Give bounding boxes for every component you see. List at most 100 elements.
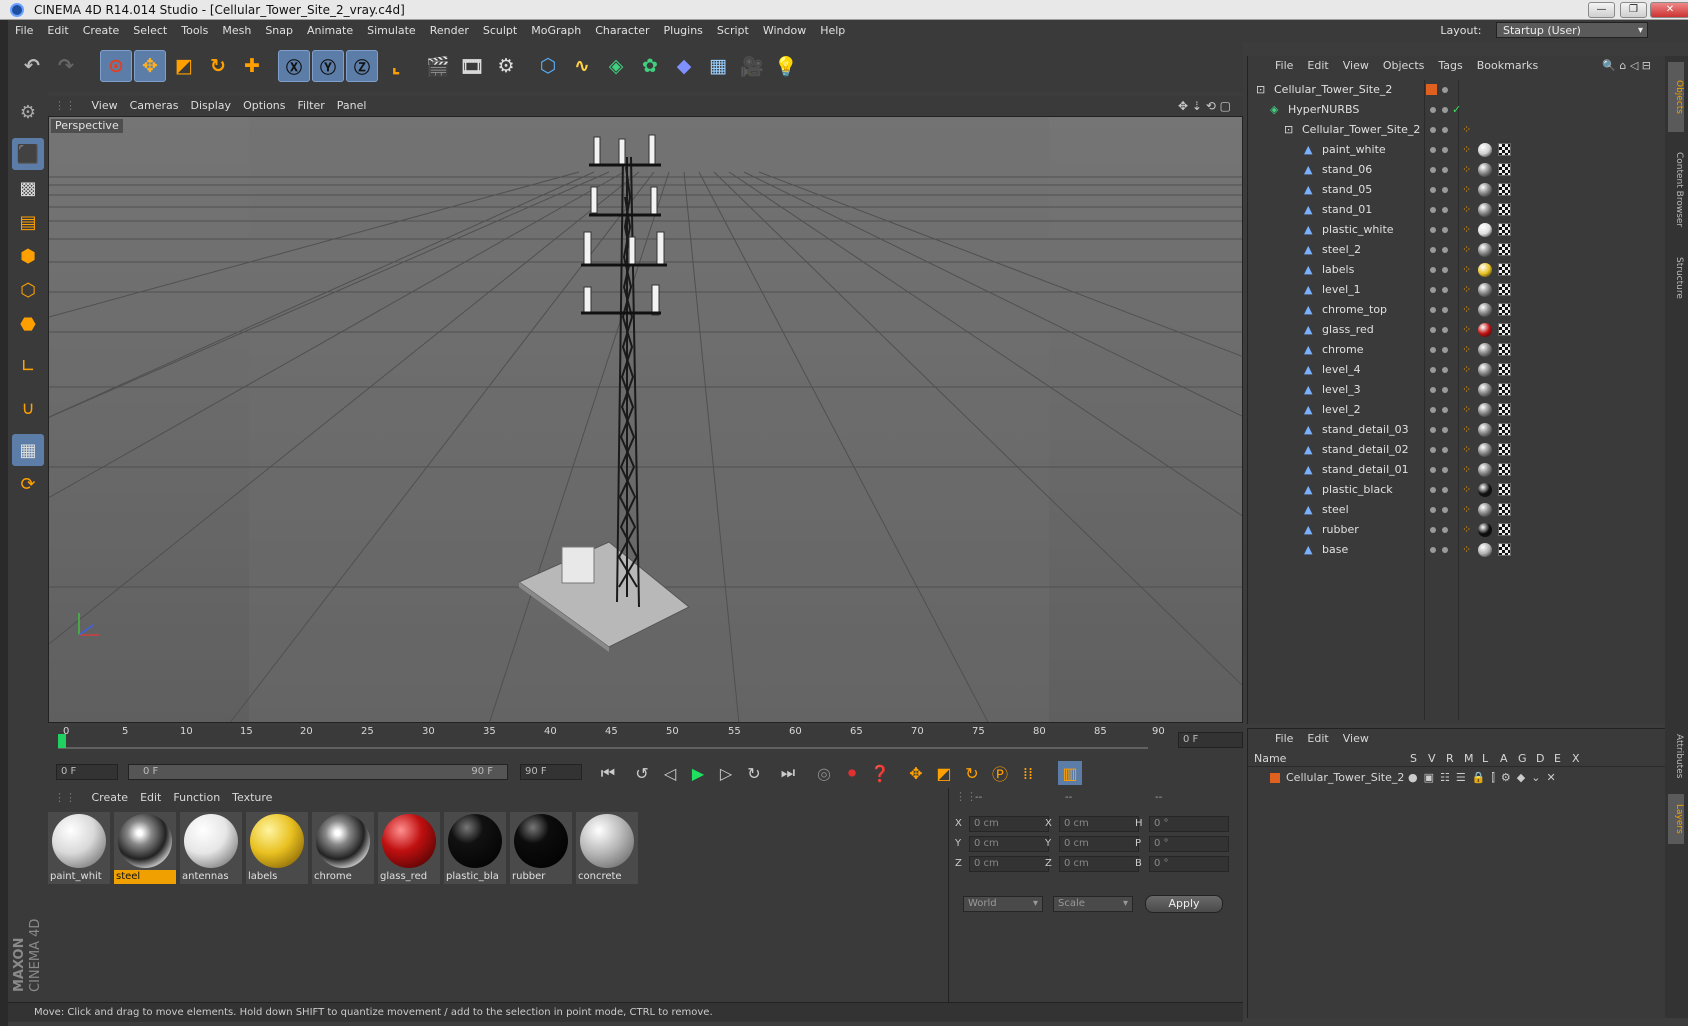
uvw-tag-icon[interactable] xyxy=(1498,383,1511,396)
material-tag-icon[interactable] xyxy=(1478,183,1492,197)
menu-plugins[interactable]: Plugins xyxy=(657,20,710,42)
material-steel[interactable]: steel xyxy=(114,812,176,884)
restore-button[interactable]: ❐ xyxy=(1620,2,1647,18)
nurbs-generator-icon[interactable]: ◈ xyxy=(600,50,632,82)
material-paint-whit[interactable]: paint_whit xyxy=(48,812,110,884)
camera-icon[interactable]: 🎥 xyxy=(736,50,768,82)
object-row[interactable]: ▲ stand_detail_01 ⁘ xyxy=(1248,460,1666,480)
editor-visibility-dot[interactable] xyxy=(1430,487,1436,493)
object-row[interactable]: ▲ stand_detail_03 ⁘ xyxy=(1248,420,1666,440)
make-editable-icon[interactable]: ⚙ xyxy=(12,96,44,128)
editor-visibility-dot[interactable] xyxy=(1430,127,1436,133)
material-tag-icon[interactable] xyxy=(1478,323,1492,337)
material-menu-edit[interactable]: Edit xyxy=(134,788,167,808)
move-tool-icon[interactable]: ✥ xyxy=(134,50,166,82)
material-tag-icon[interactable] xyxy=(1478,243,1492,257)
autokeying-icon[interactable]: ⏺ xyxy=(840,761,864,785)
menu-script[interactable]: Script xyxy=(710,20,756,42)
editor-visibility-dot[interactable] xyxy=(1430,187,1436,193)
render-visibility-dot[interactable] xyxy=(1442,227,1448,233)
tab-objects[interactable]: Objects xyxy=(1668,62,1684,132)
phong-tag-icon[interactable]: ⁘ xyxy=(1462,140,1471,160)
object-row[interactable]: ▲ labels ⁘ xyxy=(1248,260,1666,280)
render-visibility-dot[interactable] xyxy=(1442,327,1448,333)
uvw-tag-icon[interactable] xyxy=(1498,343,1511,356)
layer-menu-view[interactable]: View xyxy=(1336,729,1376,749)
uvw-tag-icon[interactable] xyxy=(1498,243,1511,256)
rotate-tool-icon[interactable]: ↻ xyxy=(202,50,234,82)
material-labels[interactable]: labels xyxy=(246,812,308,884)
material-tag-icon[interactable] xyxy=(1478,443,1492,457)
material-tag-icon[interactable] xyxy=(1478,143,1492,157)
phong-tag-icon[interactable]: ⁘ xyxy=(1462,360,1471,380)
menu-window[interactable]: Window xyxy=(756,20,813,42)
render-picture-viewer-icon[interactable]: 🎞 xyxy=(456,50,488,82)
coord-value-field[interactable]: 0 ° xyxy=(1149,836,1229,852)
apply-button[interactable]: Apply xyxy=(1145,895,1223,913)
menu-character[interactable]: Character xyxy=(588,20,656,42)
undo-icon[interactable]: ↶ xyxy=(16,50,48,82)
coordinate-system-icon[interactable]: ⌞ xyxy=(380,50,412,82)
coord-system-dropdown[interactable]: World xyxy=(963,896,1043,912)
object-menu-edit[interactable]: Edit xyxy=(1300,56,1335,76)
object-row[interactable]: ▲ plastic_white ⁘ xyxy=(1248,220,1666,240)
phong-tag-icon[interactable]: ⁘ xyxy=(1462,380,1471,400)
preview-range-slider[interactable]: 0 F 90 F xyxy=(128,764,508,780)
live-selection-icon[interactable]: ⊙ xyxy=(100,50,132,82)
editor-visibility-dot[interactable] xyxy=(1430,367,1436,373)
minimize-button[interactable]: — xyxy=(1588,2,1615,18)
previous-frame-icon[interactable]: ◁ xyxy=(658,761,682,785)
uvw-tag-icon[interactable] xyxy=(1498,323,1511,336)
key-parameter-icon[interactable]: Ⓟ xyxy=(988,761,1012,785)
object-row[interactable]: ▲ level_2 ⁘ xyxy=(1248,400,1666,420)
go-to-start-icon[interactable]: ⏮ xyxy=(596,761,620,785)
scale-tool-icon[interactable]: ◩ xyxy=(168,50,200,82)
material-tag-icon[interactable] xyxy=(1478,283,1492,297)
uvw-tag-icon[interactable] xyxy=(1498,503,1511,516)
material-tag-icon[interactable] xyxy=(1478,223,1492,237)
material-tag-icon[interactable] xyxy=(1478,363,1492,377)
current-frame-field[interactable]: 0 F xyxy=(1178,732,1243,748)
uvw-tag-icon[interactable] xyxy=(1498,543,1511,556)
coord-value-field[interactable]: 0 ° xyxy=(1149,816,1229,832)
close-button[interactable]: ✕ xyxy=(1650,2,1688,18)
coord-value-field[interactable]: 0 cm xyxy=(969,836,1049,852)
phong-tag-icon[interactable]: ⁘ xyxy=(1462,480,1471,500)
play-icon[interactable]: ▶ xyxy=(686,761,710,785)
object-row[interactable]: ▲ base ⁘ xyxy=(1248,540,1666,560)
material-chrome[interactable]: chrome xyxy=(312,812,374,884)
render-visibility-dot[interactable] xyxy=(1442,207,1448,213)
uvw-tag-icon[interactable] xyxy=(1498,363,1511,376)
render-visibility-dot[interactable] xyxy=(1442,547,1448,553)
mograph-cloner-icon[interactable]: ✿ xyxy=(634,50,666,82)
col-render[interactable]: R xyxy=(1446,752,1454,765)
phong-tag-icon[interactable]: ⁘ xyxy=(1462,500,1471,520)
layer-row[interactable]: Cellular_Tower_Site_2 ●▣☷☰🔒⫿⚙◆⌄✕ xyxy=(1248,769,1666,787)
material-tag-icon[interactable] xyxy=(1478,263,1492,277)
phong-tag-icon[interactable]: ⁘ xyxy=(1462,200,1471,220)
workplane-icon[interactable]: ▤ xyxy=(12,206,44,238)
col-generators[interactable]: G xyxy=(1518,752,1527,765)
phong-tag-icon[interactable]: ⁘ xyxy=(1462,160,1471,180)
z-axis-lock-icon[interactable]: Ⓩ xyxy=(346,50,378,82)
viewport-menu-cameras[interactable]: Cameras xyxy=(124,96,185,116)
floor-scene-icon[interactable]: ▦ xyxy=(702,50,734,82)
uvw-tag-icon[interactable] xyxy=(1498,163,1511,176)
size-mode-dropdown[interactable]: Scale xyxy=(1053,896,1133,912)
layer-menu-file[interactable]: File xyxy=(1268,729,1300,749)
material-tag-icon[interactable] xyxy=(1478,203,1492,217)
enabled-check-icon[interactable]: ✓ xyxy=(1452,100,1461,120)
material-plastic-bla[interactable]: plastic_bla xyxy=(444,812,506,884)
material-tag-icon[interactable] xyxy=(1478,343,1492,357)
timeline-scheme-icon[interactable]: ▥ xyxy=(1058,761,1082,785)
locked-workplane-icon[interactable]: ⟳ xyxy=(12,468,44,500)
editor-visibility-dot[interactable] xyxy=(1430,467,1436,473)
spline-pen-icon[interactable]: ∿ xyxy=(566,50,598,82)
editor-visibility-dot[interactable] xyxy=(1430,547,1436,553)
material-menu-function[interactable]: Function xyxy=(167,788,226,808)
object-row[interactable]: ▲ stand_detail_02 ⁘ xyxy=(1248,440,1666,460)
uvw-tag-icon[interactable] xyxy=(1498,443,1511,456)
col-animation[interactable]: A xyxy=(1500,752,1508,765)
object-menu-tags[interactable]: Tags xyxy=(1431,56,1469,76)
render-visibility-dot[interactable] xyxy=(1442,427,1448,433)
